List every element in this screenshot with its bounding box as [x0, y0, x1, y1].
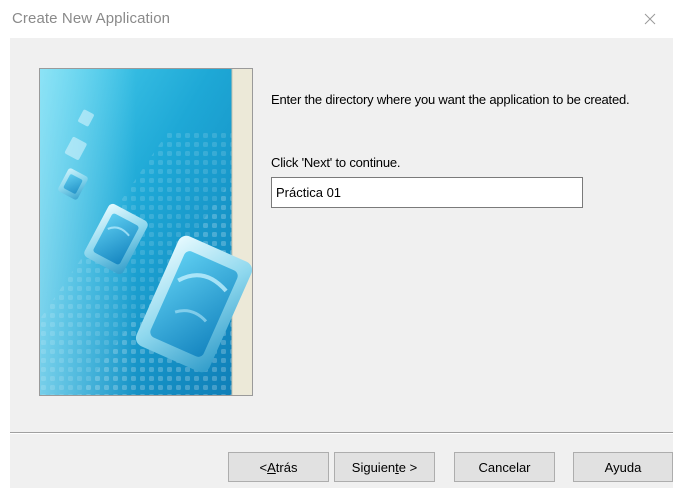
- title-bar[interactable]: Create New Application: [0, 0, 673, 38]
- dialog-left-edge: [0, 38, 10, 488]
- continue-label: Click 'Next' to continue.: [271, 155, 401, 170]
- next-button-label-pre: Siguien: [351, 459, 396, 475]
- back-button-label-pre: <: [259, 459, 268, 475]
- back-button-label-post: trás: [275, 459, 298, 475]
- wizard-graphic: [39, 68, 253, 396]
- window-title: Create New Application: [12, 10, 171, 27]
- back-button-mnemonic: A: [267, 459, 276, 475]
- dialog-window: Create New Application Enter the directo…: [0, 0, 673, 488]
- directory-input[interactable]: [271, 177, 583, 208]
- help-button[interactable]: Ayuda: [573, 452, 673, 482]
- instructions-text: Enter the directory where you want the a…: [271, 92, 630, 107]
- next-button-label-post: e >: [398, 459, 418, 475]
- close-icon: [644, 13, 656, 25]
- back-button[interactable]: < Atrás: [228, 452, 329, 482]
- close-button[interactable]: [627, 0, 673, 38]
- footer-separator: [10, 432, 673, 434]
- cancel-button[interactable]: Cancelar: [454, 452, 555, 482]
- next-button[interactable]: Siguien t e >: [334, 452, 435, 482]
